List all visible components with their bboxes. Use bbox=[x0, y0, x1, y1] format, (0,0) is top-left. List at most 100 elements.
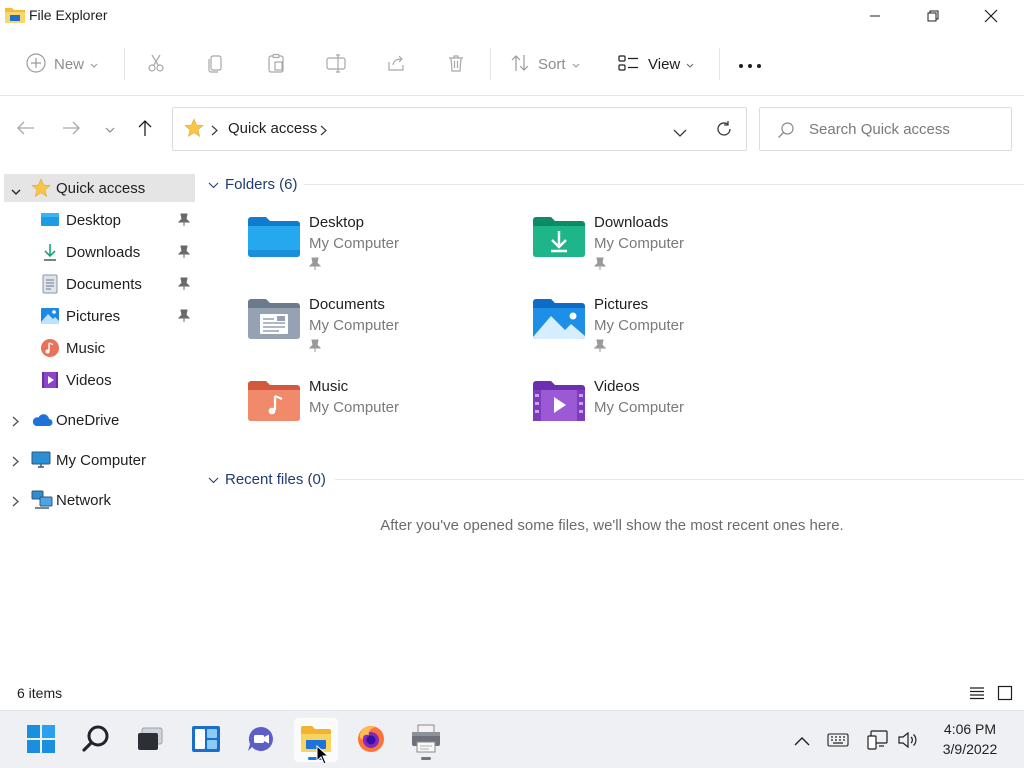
refresh-icon[interactable] bbox=[715, 120, 733, 141]
address-bar[interactable]: Quick access bbox=[172, 107, 747, 151]
taskbar-firefox[interactable] bbox=[349, 718, 393, 762]
folder-location: My Computer bbox=[594, 317, 685, 334]
sidebar-item-videos[interactable]: Videos bbox=[4, 366, 195, 394]
folder-name: Downloads bbox=[594, 214, 669, 231]
sidebar-item-quick-access[interactable]: Quick access bbox=[4, 174, 195, 202]
restore-button[interactable] bbox=[904, 0, 962, 32]
recent-files-section-header[interactable]: Recent files (0) bbox=[208, 469, 326, 489]
delete-button[interactable] bbox=[446, 50, 466, 78]
arrow-left-icon bbox=[17, 121, 35, 138]
search-box[interactable]: Search Quick access bbox=[759, 107, 1012, 151]
minimize-button[interactable] bbox=[846, 0, 904, 32]
chevron-down-icon bbox=[208, 176, 219, 192]
document-icon bbox=[40, 274, 60, 294]
documents-folder-icon bbox=[246, 296, 302, 342]
folders-section-header[interactable]: Folders (6) bbox=[208, 174, 298, 194]
sidebar-item-label: OneDrive bbox=[56, 411, 120, 429]
folder-location: My Computer bbox=[594, 399, 685, 416]
forward-button[interactable] bbox=[59, 117, 83, 141]
pin-icon bbox=[177, 277, 191, 294]
breadcrumb-quick-access[interactable]: Quick access bbox=[228, 120, 317, 137]
sort-button[interactable]: Sort bbox=[510, 50, 580, 78]
recent-locations-button[interactable] bbox=[98, 117, 122, 141]
view-button[interactable]: View bbox=[618, 50, 694, 78]
folder-location: My Computer bbox=[309, 399, 400, 416]
pin-icon bbox=[308, 257, 322, 274]
network-icon bbox=[31, 490, 53, 510]
widgets-button[interactable] bbox=[184, 718, 228, 762]
paste-button[interactable] bbox=[266, 50, 286, 78]
tiles-view-icon[interactable] bbox=[997, 685, 1013, 704]
recent-files-section-title: Recent files (0) bbox=[225, 470, 326, 488]
chevron-down-icon bbox=[208, 471, 219, 487]
clock-date: 3/9/2022 bbox=[942, 741, 998, 757]
network-status-button[interactable] bbox=[866, 729, 890, 753]
toolbar-divider bbox=[490, 48, 491, 80]
back-button[interactable] bbox=[14, 117, 38, 141]
volume-button[interactable] bbox=[896, 729, 920, 753]
chevron-down-icon[interactable] bbox=[11, 183, 21, 199]
chevron-right-icon[interactable] bbox=[320, 123, 327, 139]
folder-name: Videos bbox=[594, 378, 640, 395]
folders-section-title: Folders (6) bbox=[225, 175, 298, 193]
start-button[interactable] bbox=[19, 718, 63, 762]
keyboard-button[interactable] bbox=[826, 729, 850, 753]
sidebar-item-music[interactable]: Music bbox=[4, 334, 195, 362]
chevron-right-icon[interactable] bbox=[12, 494, 19, 510]
close-button[interactable] bbox=[962, 0, 1020, 32]
search-button[interactable] bbox=[74, 718, 118, 762]
sort-icon bbox=[510, 53, 530, 76]
videos-folder-icon bbox=[531, 378, 587, 424]
folder-tile-documents[interactable]: Documents My Computer bbox=[246, 296, 516, 368]
clock[interactable]: 4:06 PM 3/9/2022 bbox=[934, 719, 1006, 759]
sidebar-item-label: Documents bbox=[66, 275, 142, 293]
folder-tile-music[interactable]: Music My Computer bbox=[246, 378, 516, 450]
chevron-down-icon bbox=[572, 56, 580, 72]
chat-button[interactable] bbox=[239, 718, 283, 762]
sidebar-item-label: Music bbox=[66, 339, 106, 357]
copy-button[interactable] bbox=[206, 50, 226, 78]
navigation-pane: Quick access Desktop Downloads Documents bbox=[0, 162, 196, 676]
new-button[interactable]: New bbox=[26, 50, 98, 78]
up-button[interactable] bbox=[133, 117, 157, 141]
cut-button[interactable] bbox=[146, 50, 166, 78]
show-hidden-icons-button[interactable] bbox=[790, 729, 814, 753]
content-pane: Folders (6) Desktop My Computer Download… bbox=[200, 162, 1024, 676]
folder-tile-pictures[interactable]: Pictures My Computer bbox=[531, 296, 801, 368]
sidebar-item-my-computer[interactable]: My Computer bbox=[4, 446, 195, 474]
more-options-button[interactable] bbox=[738, 50, 762, 78]
chevron-right-icon[interactable] bbox=[12, 414, 19, 430]
pin-icon bbox=[177, 245, 191, 262]
keyboard-icon bbox=[827, 732, 849, 750]
clock-time: 4:06 PM bbox=[943, 721, 997, 737]
navigation-row: Quick access Search Quick access bbox=[0, 96, 1024, 162]
share-button[interactable] bbox=[386, 50, 406, 78]
command-bar: New Sort View bbox=[0, 32, 1024, 96]
sidebar-item-onedrive[interactable]: OneDrive bbox=[4, 406, 195, 434]
sidebar-item-label: Desktop bbox=[66, 211, 122, 229]
firefox-icon bbox=[356, 724, 386, 757]
onedrive-cloud-icon bbox=[31, 410, 53, 430]
folder-tile-downloads[interactable]: Downloads My Computer bbox=[531, 214, 801, 286]
details-view-icon[interactable] bbox=[969, 686, 985, 703]
music-folder-icon bbox=[246, 378, 302, 424]
arrow-right-icon bbox=[62, 121, 80, 138]
sidebar-item-desktop[interactable]: Desktop bbox=[4, 206, 195, 234]
chevron-right-icon[interactable] bbox=[12, 454, 19, 470]
folder-tile-desktop[interactable]: Desktop My Computer bbox=[246, 214, 516, 286]
sidebar-item-documents[interactable]: Documents bbox=[4, 270, 195, 298]
pin-icon bbox=[177, 213, 191, 230]
star-icon bbox=[184, 118, 204, 141]
taskbar-printer[interactable] bbox=[404, 718, 448, 762]
clipboard-icon bbox=[266, 53, 286, 76]
toolbar-divider bbox=[719, 48, 720, 80]
sidebar-item-network[interactable]: Network bbox=[4, 486, 195, 514]
download-arrow-icon bbox=[40, 242, 60, 262]
address-history-dropdown[interactable] bbox=[673, 125, 687, 141]
rename-button[interactable] bbox=[326, 50, 346, 78]
sidebar-item-pictures[interactable]: Pictures bbox=[4, 302, 195, 330]
folder-tile-videos[interactable]: Videos My Computer bbox=[531, 378, 801, 450]
task-view-button[interactable] bbox=[128, 718, 172, 762]
rename-icon bbox=[326, 53, 346, 76]
sidebar-item-downloads[interactable]: Downloads bbox=[4, 238, 195, 266]
